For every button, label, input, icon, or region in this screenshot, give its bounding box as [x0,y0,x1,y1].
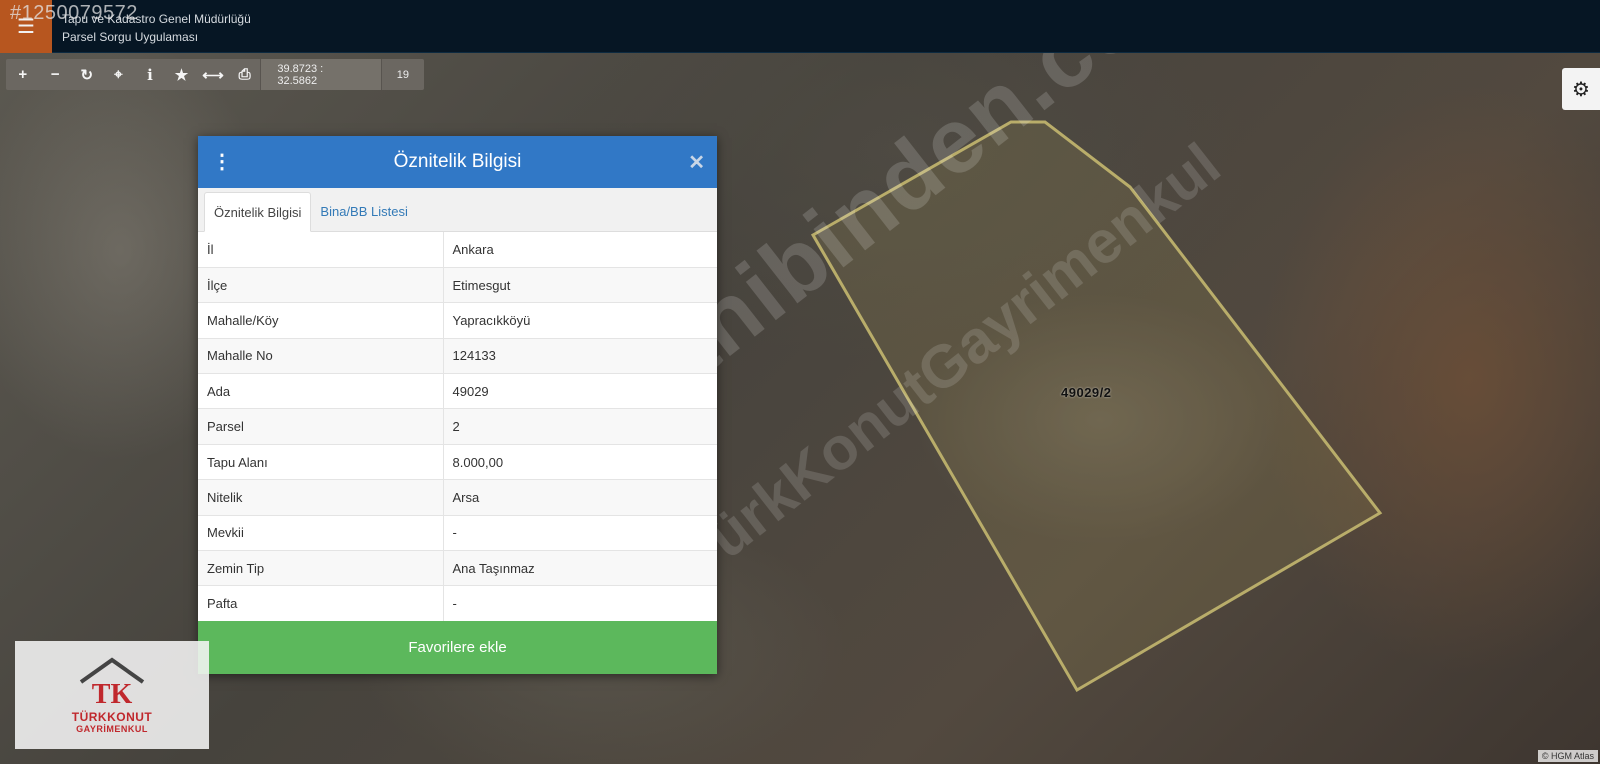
company-logo: TK TÜRKKONUT GAYRİMENKUL [15,641,209,749]
zoom-out-icon[interactable]: − [40,59,72,90]
attribute-label: Pafta [198,585,444,622]
gear-icon[interactable]: ⚙ [1562,68,1600,110]
map-toolbar: + − ↻ ⌖ i ★ ⟷ ⎙ 39.8723 : 32.5862 19 [6,59,424,90]
attribute-value: Ana Taşınmaz [443,550,717,587]
coordinate-readout: 39.8723 : 32.5862 [260,59,382,90]
table-row: Nitelik Arsa [198,479,717,516]
attribute-value: 124133 [443,338,717,375]
table-row: Ada 49029 [198,373,717,410]
table-row: Parsel 2 [198,408,717,445]
attribute-value: Arsa [443,479,717,516]
add-to-favorites-button[interactable]: Favorilere ekle [198,621,717,674]
attribute-value: - [443,585,717,622]
table-row: İlçe Etimesgut [198,267,717,304]
table-row: Mevkii - [198,515,717,552]
attribute-label: İl [198,232,444,268]
table-row: Mahalle/Köy Yapracıkköyü [198,302,717,339]
table-row: Pafta - [198,585,717,622]
dialog-title: Öznitelik Bilgisi [393,151,522,172]
attribute-value: 2 [443,408,717,445]
attribute-label: İlçe [198,267,444,304]
attribute-label: Mevkii [198,515,444,552]
star-icon[interactable]: ★ [166,59,198,90]
zoom-in-icon[interactable]: + [6,59,40,90]
print-icon[interactable]: ⎙ [229,59,261,90]
app-header: ☰ Tapu ve Kadastro Genel Müdürlüğü Parse… [0,0,1600,53]
table-row: Zemin Tip Ana Taşınmaz [198,550,717,587]
attribute-label: Zemin Tip [198,550,444,587]
attribute-value: - [443,515,717,552]
attribute-dialog: ⋮ Öznitelik Bilgisi ✕ Öznitelik Bilgisi … [198,136,717,674]
attribute-label: Parsel [198,408,444,445]
locate-icon[interactable]: ⌖ [103,59,135,90]
parcel-label: 49029/2 [1061,385,1112,400]
listing-id: #1250079572 [10,2,138,24]
logo-monogram: TK [92,679,133,708]
measure-icon[interactable]: ⟷ [197,59,229,90]
attribute-value: 8.000,00 [443,444,717,481]
table-row: İl Ankara [198,232,717,268]
attribute-label: Ada [198,373,444,410]
attribute-label: Tapu Alanı [198,444,444,481]
attribute-label: Mahalle No [198,338,444,375]
dialog-header: ⋮ Öznitelik Bilgisi ✕ [198,136,717,188]
attribute-table: İl Ankara İlçe Etimesgut Mahalle/Köy Yapracık… [198,232,717,622]
house-logo-icon: TK [79,657,145,708]
logo-subtitle: GAYRİMENKUL [76,724,148,734]
info-icon[interactable]: i [134,59,166,90]
dialog-tabs: Öznitelik Bilgisi Bina/BB Listesi [198,188,717,232]
header-title-line2: Parsel Sorgu Uygulaması [62,30,199,44]
attribute-value: 49029 [443,373,717,410]
attribute-label: Mahalle/Köy [198,302,444,339]
tab-building-list[interactable]: Bina/BB Listesi [311,191,416,231]
tab-attribute-info[interactable]: Öznitelik Bilgisi [204,192,312,232]
more-vertical-icon[interactable]: ⋮ [212,150,232,174]
logo-brand: TÜRKKONUT [71,710,153,724]
table-row: Mahalle No 124133 [198,338,717,375]
attribute-label: Nitelik [198,479,444,516]
attribute-value: Ankara [443,232,717,268]
attribute-value: Etimesgut [443,267,717,304]
attribute-value: Yapracıkköyü [443,302,717,339]
refresh-icon[interactable]: ↻ [71,59,103,90]
zoom-level: 19 [396,68,410,81]
table-row: Tapu Alanı 8.000,00 [198,444,717,481]
close-icon[interactable]: ✕ [688,150,705,175]
map-attribution[interactable]: © HGM Atlas [1537,750,1598,762]
